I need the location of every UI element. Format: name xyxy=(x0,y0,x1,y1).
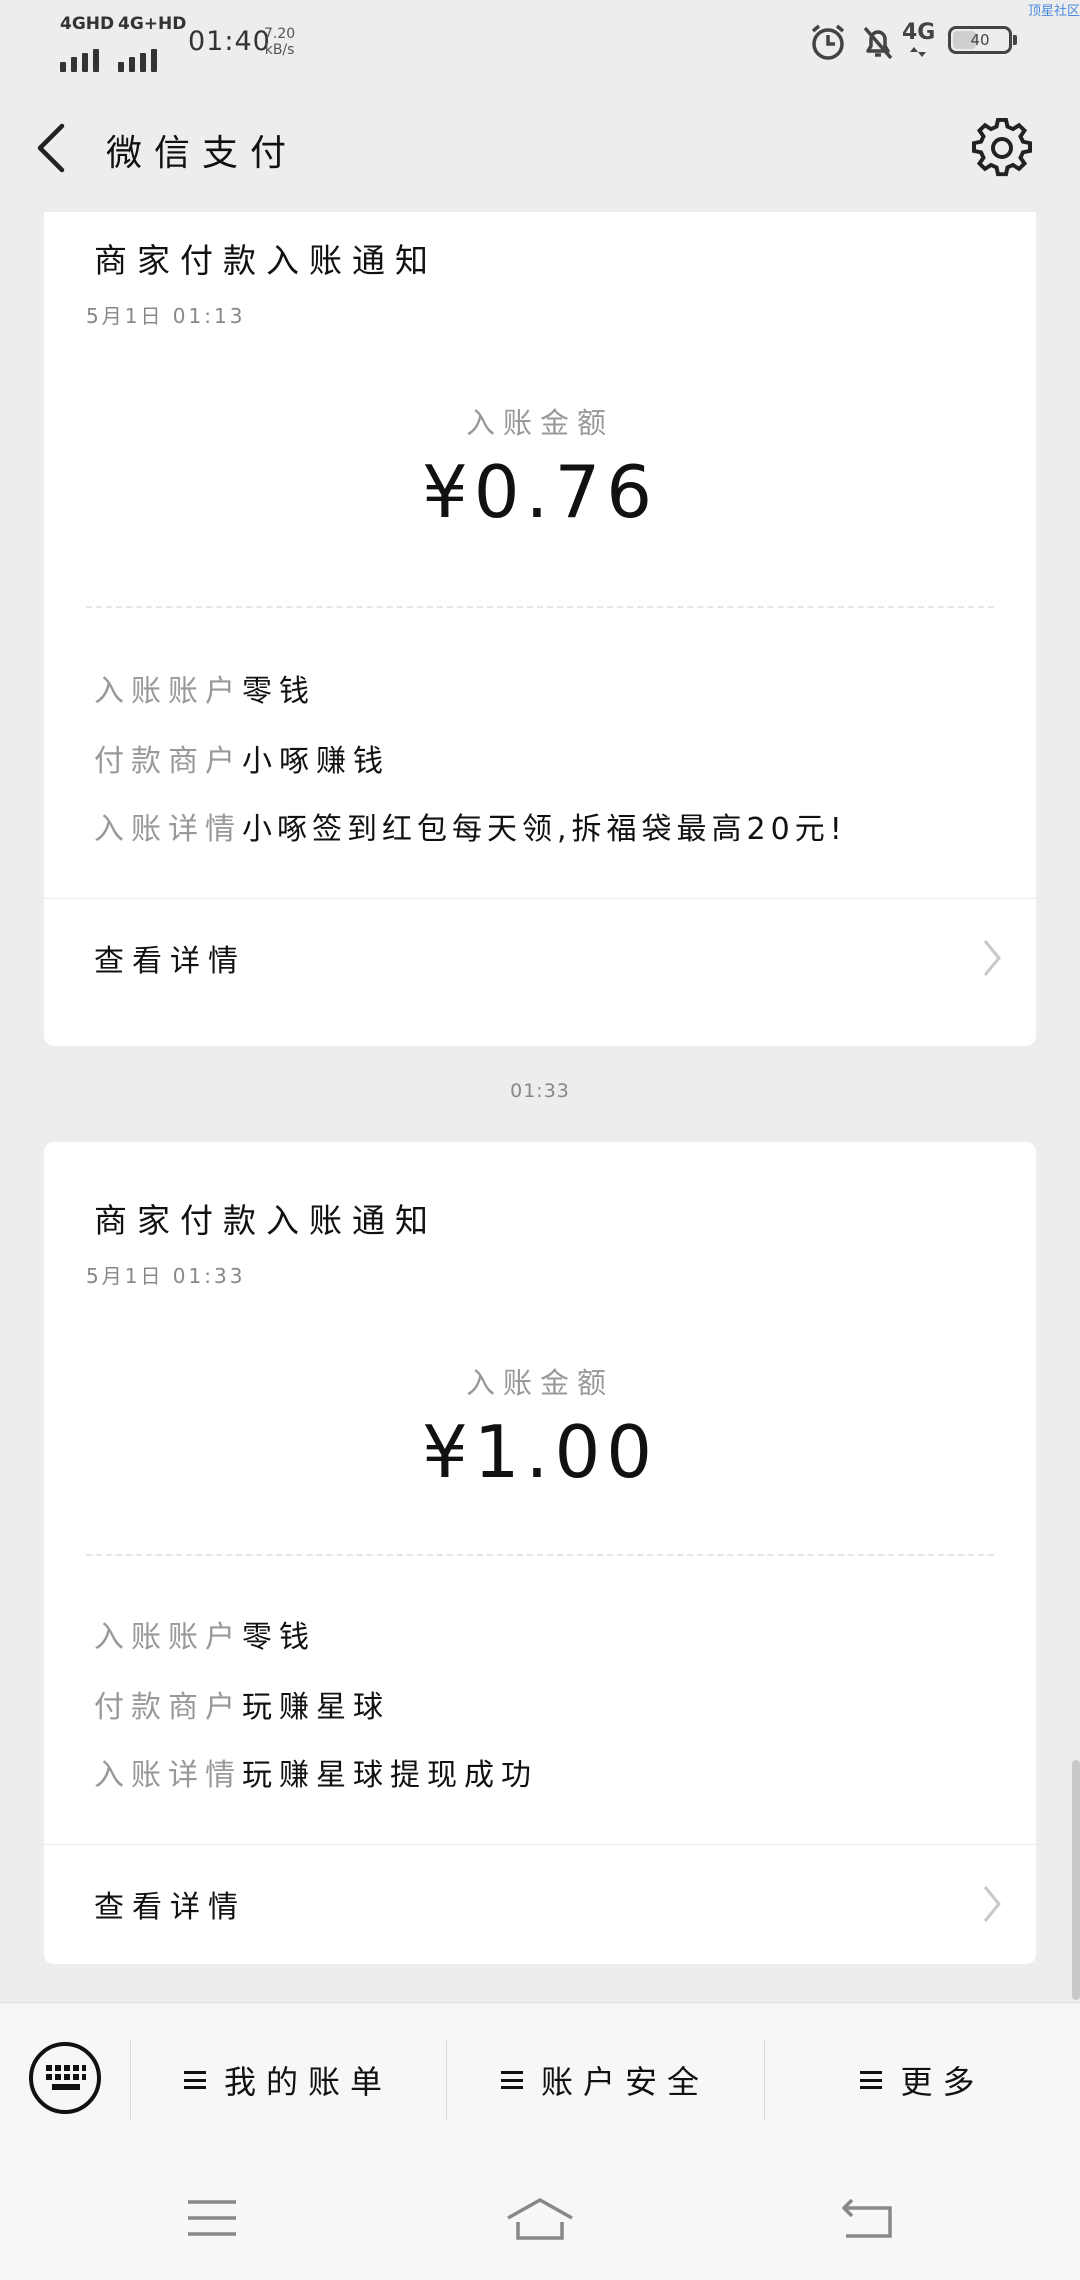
card-title: 商家付款入账通知 xyxy=(94,1201,438,1240)
dashed-divider xyxy=(86,606,994,608)
view-details-label: 查看详情 xyxy=(94,944,246,979)
mute-bell-icon xyxy=(863,26,893,60)
info-row-detail: 入账详情玩赚星球提现成功 xyxy=(94,1750,538,1794)
chevron-right-icon xyxy=(983,940,1001,976)
dashed-divider xyxy=(86,1554,994,1556)
info-row-account: 入账账户零钱 xyxy=(94,666,316,710)
view-details-button[interactable]: 查看详情 xyxy=(44,900,1036,1018)
system-navigation-bar xyxy=(0,2156,1080,2280)
menu-more[interactable]: 更多 xyxy=(765,2003,1080,2157)
keyboard-icon[interactable] xyxy=(28,2041,102,2115)
menu-list-icon xyxy=(500,2071,523,2089)
watermark-text: 顶星社区 xyxy=(1027,4,1080,19)
back-icon[interactable] xyxy=(840,2196,896,2240)
amount-label: 入账金额 xyxy=(465,1366,614,1400)
info-value: 玩赚星球 xyxy=(242,1690,390,1725)
speed-unit: kB/s xyxy=(264,42,295,58)
info-key: 付款商户 xyxy=(94,744,242,779)
chevron-right-icon xyxy=(983,1886,1001,1922)
page-title: 微信支付 xyxy=(106,133,299,174)
info-key: 入账详情 xyxy=(94,1758,242,1793)
signal-2-label: 4G+HD xyxy=(118,14,187,34)
info-key: 入账账户 xyxy=(94,1620,242,1655)
amount-value: ¥0.76 xyxy=(421,450,659,534)
info-value: 小啄签到红包每天领,拆福袋最高20元! xyxy=(242,812,847,847)
menu-list-icon xyxy=(860,2071,883,2089)
home-icon[interactable] xyxy=(504,2196,576,2244)
gear-icon[interactable] xyxy=(972,118,1032,178)
network-label: 4G xyxy=(902,20,936,45)
view-details-label: 查看详情 xyxy=(94,1890,246,1925)
battery-icon: 40 xyxy=(948,26,1017,54)
card-title: 商家付款入账通知 xyxy=(94,241,438,280)
amount-value: ¥1.00 xyxy=(421,1410,659,1494)
network-speed: 7.20 kB/s xyxy=(264,26,295,58)
info-value: 小啄赚钱 xyxy=(242,744,390,779)
info-key: 入账详情 xyxy=(94,812,242,847)
info-row-merchant: 付款商户玩赚星球 xyxy=(94,1682,390,1726)
top-navbar: 微信支付 xyxy=(0,84,1080,212)
menu-my-bills[interactable]: 我的账单 xyxy=(131,2003,445,2157)
menu-icon[interactable] xyxy=(184,2196,240,2240)
battery-level: 40 xyxy=(970,31,990,49)
menu-list-icon xyxy=(183,2071,206,2089)
status-time: 01:40 xyxy=(188,26,271,57)
time-separator: 01:33 xyxy=(510,1080,570,1102)
payment-notification-card: 商家付款入账通知 5月1日 01:33 入账金额 ¥1.00 入账账户零钱 付款… xyxy=(44,1142,1036,1964)
divider xyxy=(44,1844,1036,1845)
network-4g-icon: 4G xyxy=(902,20,942,60)
bottom-menu-bar: 我的账单 账户安全 更多 xyxy=(0,2002,1080,2157)
info-value: 零钱 xyxy=(242,674,316,709)
message-list[interactable]: 商家付款入账通知 5月1日 01:13 入账金额 ¥0.76 入账账户零钱 付款… xyxy=(0,212,1080,2002)
payment-notification-card: 商家付款入账通知 5月1日 01:13 入账金额 ¥0.76 入账账户零钱 付款… xyxy=(44,212,1036,1046)
signal-1-icon: 4GHD xyxy=(60,14,114,72)
speed-value: 7.20 xyxy=(264,26,296,42)
menu-label: 我的账单 xyxy=(223,2063,392,2101)
card-date: 5月1日 01:13 xyxy=(86,304,246,328)
alarm-icon xyxy=(811,24,845,60)
info-row-account: 入账账户零钱 xyxy=(94,1612,316,1656)
menu-label: 账户安全 xyxy=(540,2063,709,2101)
info-key: 入账账户 xyxy=(94,674,242,709)
info-row-detail: 入账详情小啄签到红包每天领,拆福袋最高20元! xyxy=(94,804,847,848)
info-row-merchant: 付款商户小啄赚钱 xyxy=(94,736,390,780)
card-date: 5月1日 01:33 xyxy=(86,1264,246,1288)
info-key: 付款商户 xyxy=(94,1690,242,1725)
signal-2-icon: 4G+HD xyxy=(118,14,186,72)
info-value: 零钱 xyxy=(242,1620,316,1655)
divider xyxy=(44,898,1036,899)
status-bar: 4GHD 4G+HD 01:40 7.20 kB/s 顶星社区 4G 40 xyxy=(0,0,1080,84)
signal-1-label: 4GHD xyxy=(60,14,115,34)
menu-label: 更多 xyxy=(900,2063,985,2101)
menu-account-security[interactable]: 账户安全 xyxy=(447,2003,763,2157)
back-chevron-icon[interactable] xyxy=(30,120,78,176)
amount-label: 入账金额 xyxy=(465,406,614,440)
scrollbar[interactable] xyxy=(1072,1760,1080,2000)
info-value: 玩赚星球提现成功 xyxy=(242,1758,538,1793)
view-details-button[interactable]: 查看详情 xyxy=(44,1846,1036,1964)
